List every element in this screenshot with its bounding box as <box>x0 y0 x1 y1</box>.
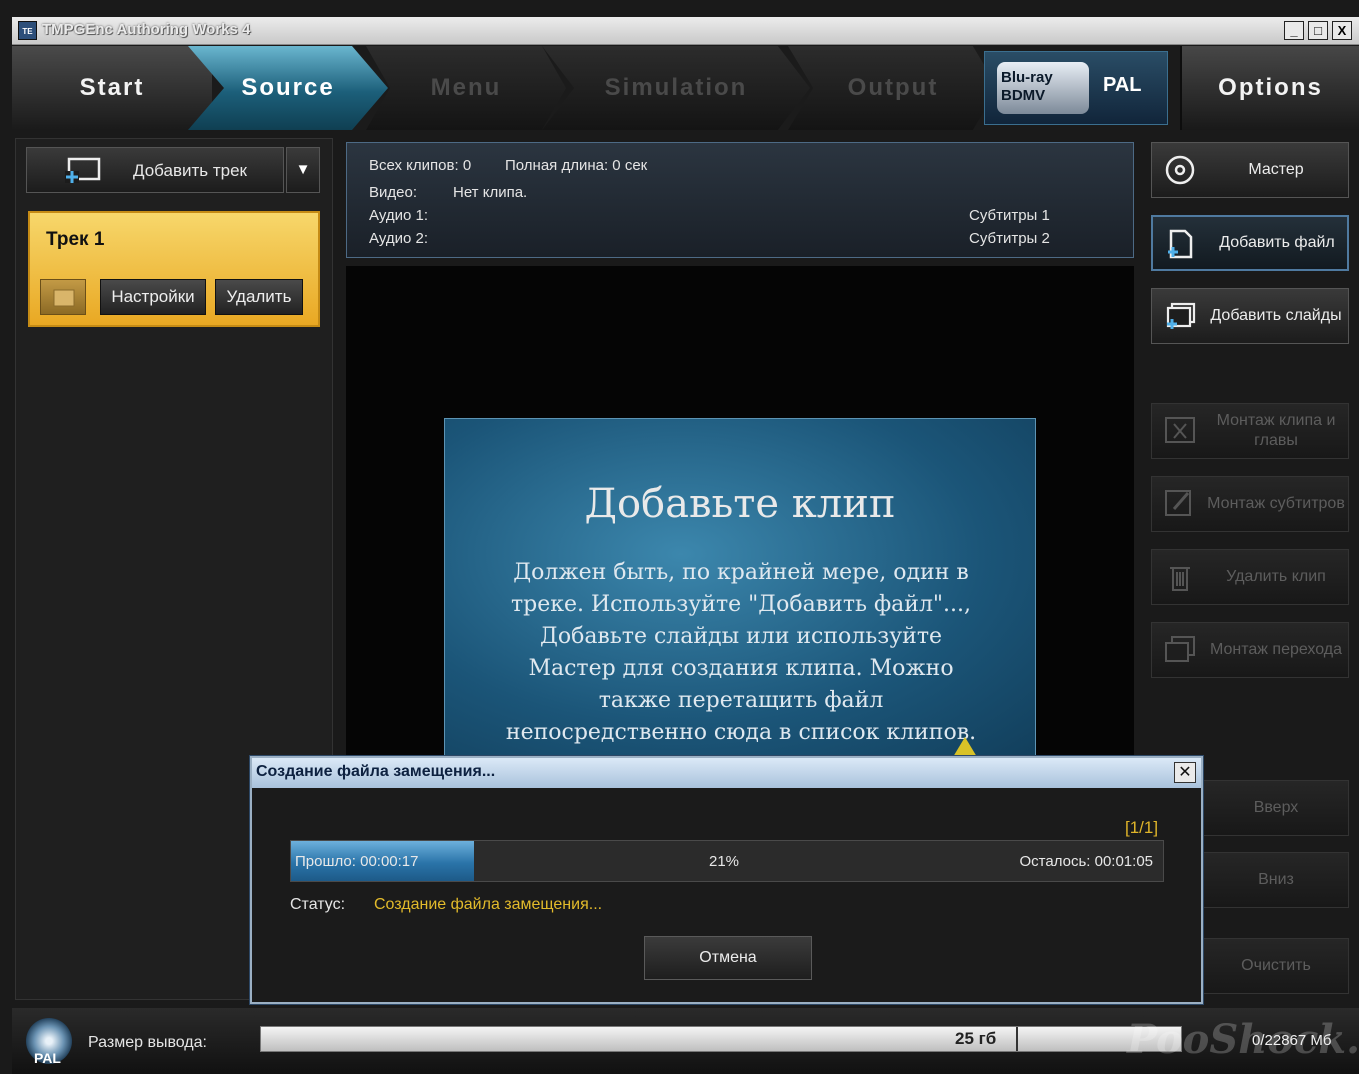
hint-body: Должен быть, по крайней мере, один в тре… <box>505 560 977 745</box>
progress-percent: 21% <box>709 853 740 870</box>
delete-clip-label: Удалить клип <box>1226 568 1326 585</box>
step-navigation: Start Menu Simulation Output Source Blu-… <box>12 46 1359 130</box>
disc-capacity: 25 гб <box>955 1029 997 1048</box>
edit-transition-button[interactable]: Монтаж перехода <box>1151 622 1349 678</box>
nav-step-source[interactable]: Source <box>188 46 388 130</box>
progress-dialog: Создание файла замещения... ✕ [1/1] Прош… <box>250 756 1203 1004</box>
nav-step-simulation[interactable]: Simulation <box>542 46 810 130</box>
status-value: Создание файла замещения... <box>374 896 603 913</box>
track-delete-button[interactable]: Удалить <box>215 279 303 315</box>
nav-step-menu[interactable]: Menu <box>366 46 566 130</box>
close-window-button[interactable]: X <box>1332 21 1352 40</box>
add-slides-label: Добавить слайды <box>1210 307 1342 324</box>
add-track-button[interactable]: Добавить трек <box>26 147 284 193</box>
move-down-label: Вниз <box>1258 871 1294 888</box>
add-slides-icon <box>1166 302 1196 329</box>
progress-bar: Прошло: 00:00:17 21% Осталось: 00:01:05 <box>290 840 1164 882</box>
total-length: Полная длина: 0 сек <box>505 157 648 174</box>
format-selector[interactable]: Blu-ray BDMV PAL <box>984 51 1168 125</box>
edit-subtitles-button[interactable]: Монтаж субтитров <box>1151 476 1349 532</box>
add-track-icon <box>65 157 101 183</box>
move-up-label: Вверх <box>1253 799 1299 816</box>
video-value: Нет клипа. <box>453 184 528 201</box>
edit-clip-chapter-label: Монтаж клипа и главы <box>1216 412 1336 449</box>
elapsed-time: Прошло: 00:00:17 <box>295 853 419 870</box>
nav-step-start[interactable]: Start <box>12 46 212 130</box>
subtitles2-label: Субтитры 2 <box>969 230 1050 247</box>
clear-label: Очистить <box>1241 957 1311 974</box>
track-settings-button[interactable]: Настройки <box>100 279 206 315</box>
trash-icon <box>1170 567 1190 591</box>
edit-clip-chapter-button[interactable]: Монтаж клипа и главы <box>1151 403 1349 459</box>
dialog-title-bar: Создание файла замещения... ✕ <box>252 758 1201 788</box>
add-file-label: Добавить файл <box>1219 234 1335 251</box>
bluray-logo: Blu-ray BDMV <box>997 62 1089 114</box>
title-bar: TE TMPGEnc Authoring Works 4 _ □ X <box>12 17 1359 45</box>
window-title: TMPGEnc Authoring Works 4 <box>42 21 251 38</box>
hint-title: Добавьте клип <box>584 481 896 527</box>
subtitle-edit-icon <box>1165 490 1191 516</box>
video-standard-label: PAL <box>1103 74 1142 96</box>
track-thumbnail-icon <box>53 289 75 307</box>
arrow-up-icon <box>953 737 977 757</box>
options-button[interactable]: Options <box>1180 46 1359 130</box>
delete-clip-button[interactable]: Удалить клип <box>1151 549 1349 605</box>
wizard-button[interactable]: Мастер <box>1151 142 1349 198</box>
total-clips: Всех клипов: 0 <box>369 157 472 174</box>
clip-info-panel: Всех клипов: 0 Полная длина: 0 сек Видео… <box>346 142 1134 258</box>
track-title: Трек 1 <box>46 229 105 250</box>
track-item[interactable]: Трек 1 Настройки Удалить <box>28 211 320 327</box>
track-thumbnail <box>40 279 86 315</box>
dialog-close-button[interactable]: ✕ <box>1174 762 1196 783</box>
status-bar: PAL Размер вывода: 25 гб PooShock.Ru 0/2… <box>12 1008 1359 1074</box>
output-usage: 0/22867 Мб <box>1252 1032 1332 1049</box>
minimize-button[interactable]: _ <box>1284 21 1304 40</box>
audio2-label: Аудио 2: <box>369 230 428 247</box>
cancel-button[interactable]: Отмена <box>644 936 812 980</box>
output-size-label: Размер вывода: <box>88 1034 207 1051</box>
scissors-icon <box>1165 417 1195 443</box>
edit-transition-label: Монтаж перехода <box>1209 641 1343 658</box>
remaining-time: Осталось: 00:01:05 <box>1019 853 1153 870</box>
nav-step-output[interactable]: Output <box>788 46 998 130</box>
capacity-marker <box>1016 1027 1018 1051</box>
add-track-dropdown[interactable]: ▼ <box>286 147 320 193</box>
video-label: Видео: <box>369 184 417 201</box>
add-file-icon <box>1168 229 1193 259</box>
audio1-label: Аудио 1: <box>369 207 428 224</box>
job-counter: [1/1] <box>1125 818 1159 837</box>
add-file-button[interactable]: Добавить файл <box>1151 215 1349 271</box>
empty-clip-hint: Добавьте клип Должен быть, по крайней ме… <box>444 418 1036 758</box>
disc-format-label: PAL <box>34 1050 61 1066</box>
dialog-title: Создание файла замещения... <box>256 763 496 780</box>
add-slides-button[interactable]: Добавить слайды <box>1151 288 1349 344</box>
output-size-bar: 25 гб <box>260 1026 1182 1052</box>
add-track-label: Добавить трек <box>133 161 247 180</box>
edit-subtitles-label: Монтаж субтитров <box>1207 495 1345 512</box>
status-label: Статус: <box>290 896 346 913</box>
transition-icon <box>1165 636 1195 662</box>
subtitles1-label: Субтитры 1 <box>969 207 1050 224</box>
maximize-button[interactable]: □ <box>1308 21 1328 40</box>
app-icon: TE <box>18 21 37 40</box>
disc-wizard-icon <box>1165 155 1195 185</box>
wizard-label: Мастер <box>1248 161 1304 178</box>
